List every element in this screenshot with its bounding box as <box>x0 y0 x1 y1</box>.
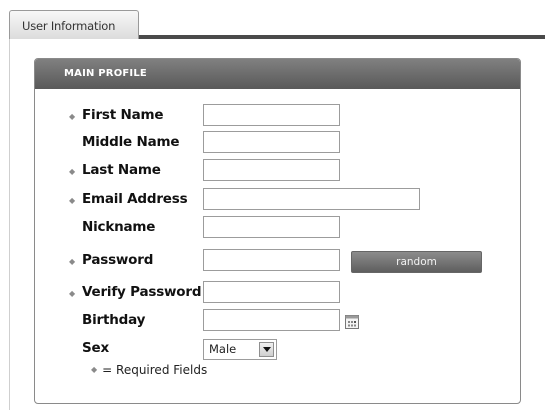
middle-name-input[interactable] <box>203 131 340 153</box>
required-marker-icon: ◆ <box>91 365 98 374</box>
nickname-input[interactable] <box>203 216 340 238</box>
required-marker-icon: ◆ <box>69 257 76 266</box>
sex-label: Sex <box>82 340 109 356</box>
last-name-input[interactable] <box>203 159 340 181</box>
tab-user-information[interactable]: User Information <box>9 10 139 39</box>
first-name-label: First Name <box>82 107 164 123</box>
tab-bar: User Information <box>0 0 545 45</box>
required-marker-icon: ◆ <box>69 167 76 176</box>
tab-underline <box>139 35 545 39</box>
email-row: ◆ Email Address <box>35 188 515 214</box>
main-profile-panel: MAIN PROFILE ◆ First Name Middle Name ◆ … <box>34 58 521 404</box>
nickname-row: Nickname <box>35 216 515 242</box>
verify-password-input[interactable] <box>203 281 340 303</box>
calendar-icon[interactable] <box>345 315 359 329</box>
required-marker-icon: ◆ <box>69 112 76 121</box>
first-name-row: ◆ First Name <box>35 104 515 130</box>
birthday-row: Birthday <box>35 309 515 335</box>
middle-name-label: Middle Name <box>82 134 180 150</box>
password-row: ◆ Password random <box>35 249 515 275</box>
birthday-input[interactable] <box>203 309 340 331</box>
required-fields-note: ◆ = Required Fields <box>91 363 207 377</box>
email-label: Email Address <box>82 191 188 207</box>
sex-row: Sex Male <box>35 337 515 363</box>
first-name-input[interactable] <box>203 104 340 126</box>
password-label: Password <box>82 252 154 268</box>
email-input[interactable] <box>203 188 420 210</box>
verify-password-label: Verify Password <box>82 284 202 300</box>
required-marker-icon: ◆ <box>69 289 76 298</box>
last-name-row: ◆ Last Name <box>35 159 515 185</box>
left-divider <box>9 39 10 410</box>
chevron-down-icon[interactable] <box>259 342 274 357</box>
panel-title: MAIN PROFILE <box>35 59 520 89</box>
sex-select[interactable]: Male <box>203 339 277 360</box>
verify-password-row: ◆ Verify Password <box>35 281 515 307</box>
sex-selected-value: Male <box>209 342 237 356</box>
nickname-label: Nickname <box>82 219 156 235</box>
required-marker-icon: ◆ <box>69 196 76 205</box>
random-password-button[interactable]: random <box>351 251 482 273</box>
last-name-label: Last Name <box>82 162 161 178</box>
required-fields-text: = Required Fields <box>102 363 208 377</box>
middle-name-row: Middle Name <box>35 131 515 157</box>
password-input[interactable] <box>203 249 340 271</box>
birthday-label: Birthday <box>82 312 146 328</box>
